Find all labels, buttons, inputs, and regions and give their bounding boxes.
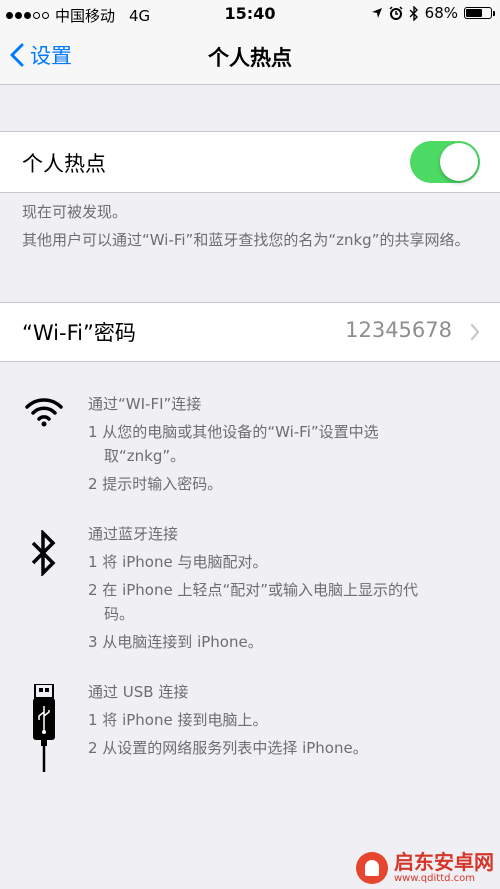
toggle-knob [440, 143, 478, 181]
alarm-icon [389, 6, 403, 20]
usb-connect-text: 通过 USB 连接 1 将 iPhone 接到电脑上。 2 从设置的网络服务列表… [88, 680, 470, 760]
bluetooth-connect-step-2b: 码。 [104, 605, 135, 623]
usb-cable-icon [33, 684, 55, 772]
bluetooth-connect-step-1: 1 将 iPhone 与电脑配对。 [88, 553, 268, 571]
location-icon [371, 8, 382, 18]
watermark-name: 启东安卓网 [394, 850, 494, 874]
battery-percent: 68% [424, 4, 458, 22]
usb-connect-step-1: 1 将 iPhone 接到电脑上。 [88, 711, 268, 729]
wifi-connect-step-1b: 取“znkg”。 [104, 447, 186, 465]
battery-icon [464, 7, 495, 19]
wifi-connect-title: 通过“WI-FI”连接 [88, 395, 202, 413]
hotspot-toggle[interactable] [410, 141, 480, 183]
bluetooth-connect-step-2: 2 在 iPhone 上轻点“配对”或输入电脑上显示的代 [88, 581, 419, 599]
status-right: 68% [371, 4, 495, 22]
discoverable-text: 现在可被发现。 [22, 203, 128, 221]
navigation-bar: 设置 个人热点 [0, 28, 500, 85]
usb-connect-step-2: 2 从设置的网络服务列表中选择 iPhone。 [88, 739, 368, 757]
bluetooth-icon [31, 530, 56, 576]
wifi-password-value: 12345678 [345, 318, 452, 342]
hotspot-toggle-row: 个人热点 [0, 131, 500, 193]
wifi-connect-text: 通过“WI-FI”连接 1 从您的电脑或其他设备的“Wi-Fi”设置中选 取“z… [88, 392, 470, 496]
watermark-icon [356, 852, 388, 884]
wifi-connect-step-2: 2 提示时输入密码。 [88, 475, 223, 493]
wifi-connect-step-1: 1 从您的电脑或其他设备的“Wi-Fi”设置中选 [88, 423, 379, 441]
wifi-icon [25, 398, 63, 427]
status-bar: 中国移动 4G 15:40 68% [0, 0, 500, 28]
bluetooth-status-icon [409, 5, 418, 21]
bluetooth-connect-text: 通过蓝牙连接 1 将 iPhone 与电脑配对。 2 在 iPhone 上轻点“… [88, 522, 470, 654]
page-title: 个人热点 [208, 46, 292, 70]
wifi-password-row[interactable]: “Wi-Fi”密码 12345678 [0, 302, 500, 362]
watermark-url: www.qdittd.com [394, 873, 475, 884]
hotspot-info-text: 其他用户可以通过“Wi-Fi”和蓝牙查找您的名为“znkg”的共享网络。 [22, 231, 470, 249]
watermark-text: 启东安卓网 www.qdittd.com [394, 851, 494, 885]
bluetooth-connect-step-3: 3 从电脑连接到 iPhone。 [88, 633, 263, 651]
bluetooth-connect-title: 通过蓝牙连接 [88, 525, 179, 543]
chevron-right-icon [470, 323, 480, 341]
hotspot-label: 个人热点 [22, 152, 106, 176]
wifi-password-label: “Wi-Fi”密码 [22, 321, 136, 345]
watermark-logo: 启东安卓网 www.qdittd.com [356, 851, 494, 885]
usb-connect-title: 通过 USB 连接 [88, 683, 189, 701]
